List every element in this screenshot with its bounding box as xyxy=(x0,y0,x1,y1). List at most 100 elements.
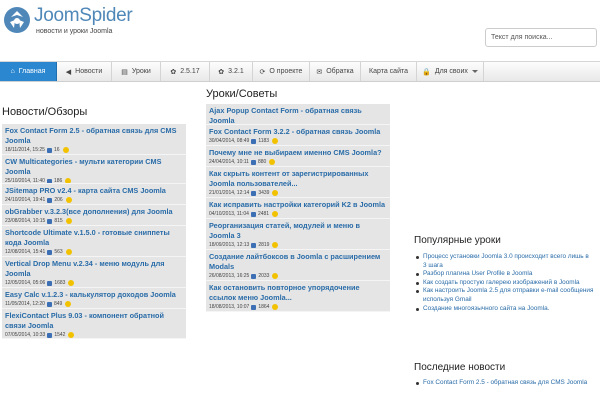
article-date: 07/05/2014, 10:33 xyxy=(5,332,46,338)
views-icon xyxy=(47,197,53,203)
article-date: 30/04/2014, 08:49 xyxy=(209,138,250,144)
book-icon: ▤ xyxy=(121,68,128,76)
search-input[interactable] xyxy=(485,28,597,47)
article-link[interactable]: obGrabber v.3.2.3(все дополнения) для Jo… xyxy=(5,207,183,217)
article-meta: 30/04/2014, 08:49 1183 xyxy=(209,137,387,145)
views-icon xyxy=(250,159,256,165)
article-views: 815 xyxy=(54,218,63,224)
rating-star-icon xyxy=(272,304,279,310)
article-views: 16 xyxy=(53,147,60,153)
article-link[interactable]: Vertical Drop Menu v.2.34 - меню модуль … xyxy=(5,259,183,279)
nav-item-0[interactable]: ⌂ Главная xyxy=(0,62,57,81)
article-item: Как исправить настройки категорий K2 в J… xyxy=(206,198,390,219)
article-views: 1183 xyxy=(258,138,270,144)
rating-star-icon xyxy=(68,280,75,286)
rating-star-icon xyxy=(62,147,69,153)
site-logo[interactable]: JoomSpider новости и уроки Joomla xyxy=(2,4,162,40)
lessons-section-title: Уроки/Советы xyxy=(206,88,278,100)
article-meta: 18/09/2013, 12:13 2819 xyxy=(209,241,387,249)
home-icon: ⌂ xyxy=(10,68,15,75)
article-views: 3439 xyxy=(258,190,270,196)
nav-item-3[interactable]: ✿ 2.5.17 xyxy=(161,62,210,81)
article-date: 04/10/2013, 11:04 xyxy=(209,211,249,217)
popular-item: Процесс установки Joomla 3.0 происходит … xyxy=(414,253,594,270)
article-link[interactable]: Реорганизация статей, модулей и меню в J… xyxy=(209,221,387,241)
nav-item-label: Для своих xyxy=(434,68,468,75)
caret-down-icon xyxy=(471,70,478,73)
nav-item-2[interactable]: ▤ Уроки xyxy=(112,62,161,81)
article-link[interactable]: Fox Contact Form 3.2.2 - обратная связь … xyxy=(209,127,387,137)
article-link[interactable]: Как исправить настройки категорий K2 в J… xyxy=(209,200,387,210)
article-meta: 18/08/2013, 10:07 1864 xyxy=(209,303,387,311)
popular-link[interactable]: Разбор плагина User Profile в Joomla xyxy=(423,270,532,277)
nav-item-5[interactable]: ⟳ О проекте xyxy=(253,62,310,81)
article-item: Как скрыть контент от зарегистрированных… xyxy=(206,167,390,198)
article-link[interactable]: FlexiContact Plus 9.03 - компонент обрат… xyxy=(5,311,183,331)
popular-link[interactable]: Как настроить Joomla 2.5 для отправки e-… xyxy=(423,287,593,303)
article-link[interactable]: Ajax Popup Contact Form - обратная связь… xyxy=(209,106,387,124)
article-date: 18/08/2013, 10:07 xyxy=(209,304,250,310)
article-link[interactable]: Почему мне не выбираем именно CMS Joomla… xyxy=(209,148,387,158)
article-views: 2033 xyxy=(258,273,270,279)
article-link[interactable]: Shortcode Ultimate v.1.5.0 - готовые сни… xyxy=(5,228,183,248)
popular-link[interactable]: Создание многоязычного сайта на Joomla. xyxy=(423,305,549,312)
article-link[interactable]: Создание лайтбоксов в Joomla с расширени… xyxy=(209,252,387,272)
article-date: 24/10/2014, 19:41 xyxy=(5,197,46,203)
article-date: 18/11/2014, 15:25 xyxy=(5,147,45,153)
rating-star-icon xyxy=(272,211,279,217)
views-icon xyxy=(46,178,52,183)
article-item: Fox Contact Form 2.5 - обратная связь дл… xyxy=(2,124,186,155)
article-views: 1683 xyxy=(54,280,66,286)
article-date: 18/09/2013, 12:13 xyxy=(209,242,250,248)
views-icon xyxy=(251,190,257,196)
nav-item-label: Главная xyxy=(18,68,46,75)
nav-item-label: 3.2.1 xyxy=(228,68,244,75)
rating-star-icon xyxy=(272,190,279,196)
views-icon xyxy=(251,304,257,310)
nav-item-7[interactable]: Карта сайта xyxy=(361,62,417,81)
rating-star-icon xyxy=(272,273,279,279)
article-views: 206 xyxy=(54,197,63,203)
article-meta: 21/01/2014, 12:14 3439 xyxy=(209,189,387,197)
article-views: 849 xyxy=(53,301,63,307)
joomla-icon: ✿ xyxy=(218,68,225,76)
article-link[interactable]: CW Multicategories - мульти категории CM… xyxy=(5,157,183,177)
article-item: CW Multicategories - мульти категории CM… xyxy=(2,155,186,184)
nav-item-label: Уроки xyxy=(131,68,151,75)
article-meta: 25/10/2014, 11:40 186 xyxy=(5,177,183,183)
latest-item: Fox Contact Form 2.5 - обратная связь дл… xyxy=(414,379,594,388)
rating-star-icon xyxy=(65,197,72,203)
article-link[interactable]: JSitemap PRO v2.4 - карта сайта CMS Joom… xyxy=(5,186,183,196)
article-date: 21/01/2014, 12:14 xyxy=(209,190,250,196)
article-date: 24/04/2014, 10:11 xyxy=(209,159,249,165)
article-link[interactable]: Как скрыть контент от зарегистрированных… xyxy=(209,169,387,189)
article-meta: 12/08/2014, 15:41 563 xyxy=(5,248,183,256)
popular-link[interactable]: Как создать простую галерею изображений … xyxy=(423,279,580,286)
article-meta: 04/10/2013, 11:04 2481 xyxy=(209,210,387,218)
rating-star-icon xyxy=(272,242,279,248)
nav-item-6[interactable]: ✉ Обратка xyxy=(310,62,361,81)
article-link[interactable]: Easy Calc v.1.2.3 - калькулятор доходов … xyxy=(5,290,183,300)
nav-item-8[interactable]: 🔒 Для своих xyxy=(417,62,484,81)
article-link[interactable]: Fox Contact Form 2.5 - обратная связь дл… xyxy=(5,126,183,146)
latest-list: Fox Contact Form 2.5 - обратная связь дл… xyxy=(414,379,594,388)
nav-item-label: О проекте xyxy=(269,68,303,75)
article-views: 1542 xyxy=(54,332,66,338)
nav-item-1[interactable]: ◀ Новости xyxy=(57,62,112,81)
article-views: 2819 xyxy=(258,242,270,248)
article-link[interactable]: Как остановить повторное упорядочение сс… xyxy=(209,283,387,303)
article-meta: 18/11/2014, 15:25 16 xyxy=(5,146,183,154)
megaphone-icon: ◀ xyxy=(65,68,72,76)
views-icon xyxy=(47,332,53,338)
mail-icon: ✉ xyxy=(316,68,323,76)
popular-link[interactable]: Процесс установки Joomla 3.0 происходит … xyxy=(423,253,589,269)
article-views: 563 xyxy=(54,249,63,255)
article-date: 11/05/2014, 12:20 xyxy=(5,301,45,307)
article-item: Ajax Popup Contact Form - обратная связь… xyxy=(206,104,390,125)
article-meta: 11/05/2014, 12:20 849 xyxy=(5,300,183,308)
article-date: 23/08/2014, 10:15 xyxy=(5,218,46,224)
nav-item-4[interactable]: ✿ 3.2.1 xyxy=(210,62,253,81)
popular-section-title: Популярные уроки xyxy=(414,235,501,246)
views-icon xyxy=(251,138,257,144)
latest-link[interactable]: Fox Contact Form 2.5 - обратная связь дл… xyxy=(423,379,587,386)
